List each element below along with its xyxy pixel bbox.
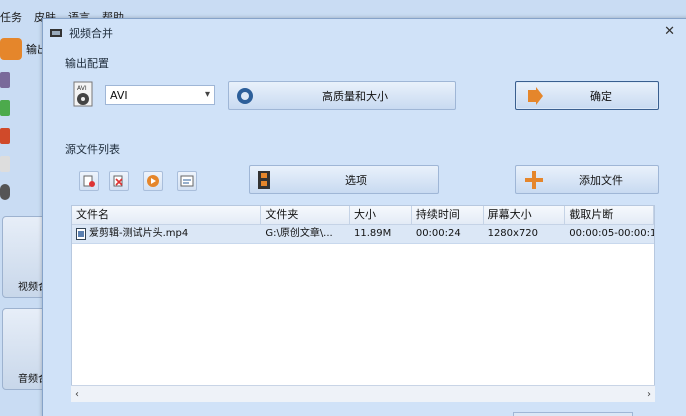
format-value: AVI [110,88,128,102]
side-document-icon[interactable] [0,156,10,172]
bottom-button-edge [513,412,633,416]
plus-icon [525,170,543,189]
side-tool-icon[interactable] [0,184,10,200]
close-icon[interactable]: ✕ [664,24,675,39]
confirm-label: 确定 [590,89,612,103]
cell-duration: 00:00:24 [415,228,461,239]
options-button[interactable]: 选项 [249,165,439,194]
format-select[interactable]: AVI ▾ [105,85,215,105]
file-table: 文件名 文件夹 大小 持续时间 屏幕大小 截取片断 爱剪辑-测试片头.mp4 G… [71,205,655,402]
avi-file-icon: AVI [73,81,93,107]
film-options-icon [258,170,270,189]
horizontal-scrollbar[interactable]: ‹ › [71,385,655,402]
clear-list-button[interactable] [109,171,129,191]
side-audio-icon[interactable] [0,100,10,116]
output-icon [0,38,22,60]
arrow-right-icon [528,86,543,105]
column-screen-size[interactable]: 屏幕大小 [484,206,566,224]
remove-file-icon [83,175,95,187]
cell-folder: G:\原创文章\... [265,228,333,239]
table-row[interactable]: 爱剪辑-测试片头.mp4 G:\原创文章\... 11.89M 00:00:24… [72,225,654,244]
scroll-right-icon[interactable]: › [643,389,655,400]
add-file-label: 添加文件 [579,173,623,187]
info-icon [180,175,194,187]
filename-text: 爱剪辑-测试片头.mp4 [89,228,189,239]
video-file-icon [76,228,86,240]
side-video-icon[interactable] [0,72,10,88]
dialog-title: 视频合并 [69,27,113,40]
column-size[interactable]: 大小 [350,206,412,224]
cell-screen-size: 1280x720 [487,228,539,239]
gear-icon [237,87,253,104]
film-icon [50,29,62,37]
table-header: 文件名 文件夹 大小 持续时间 屏幕大小 截取片断 [72,206,654,225]
cell-clip: 00:00:05-00:00:14 [569,228,654,239]
clear-list-icon [113,175,123,187]
scroll-left-icon[interactable]: ‹ [71,389,83,400]
column-filename[interactable]: 文件名 [72,206,262,224]
cell-size: 11.89M [354,228,392,239]
options-label: 选项 [345,173,367,187]
quality-label: 高质量和大小 [322,89,388,103]
column-folder[interactable]: 文件夹 [261,206,351,224]
confirm-button[interactable]: 确定 [515,81,659,110]
play-icon [147,175,159,187]
dialog-titlebar: 视频合并 ✕ [43,19,686,47]
play-button[interactable] [143,171,163,191]
svg-text:AVI: AVI [77,85,87,92]
info-button[interactable] [177,171,197,191]
menu-task[interactable]: 任务 [0,8,22,28]
video-merge-dialog: 视频合并 ✕ 输出配置 AVI AVI ▾ 高质量和大小 确定 源文件列表 选项… [42,18,686,416]
source-list-label: 源文件列表 [65,143,120,156]
quality-button[interactable]: 高质量和大小 [228,81,456,110]
side-image-icon[interactable] [0,128,10,144]
cell-filename: 爱剪辑-测试片头.mp4 [72,225,261,243]
column-clip[interactable]: 截取片断 [565,206,654,224]
column-duration[interactable]: 持续时间 [412,206,484,224]
output-config-label: 输出配置 [65,57,109,70]
add-file-button[interactable]: 添加文件 [515,165,659,194]
remove-file-button[interactable] [79,171,99,191]
chevron-down-icon: ▾ [204,89,210,100]
